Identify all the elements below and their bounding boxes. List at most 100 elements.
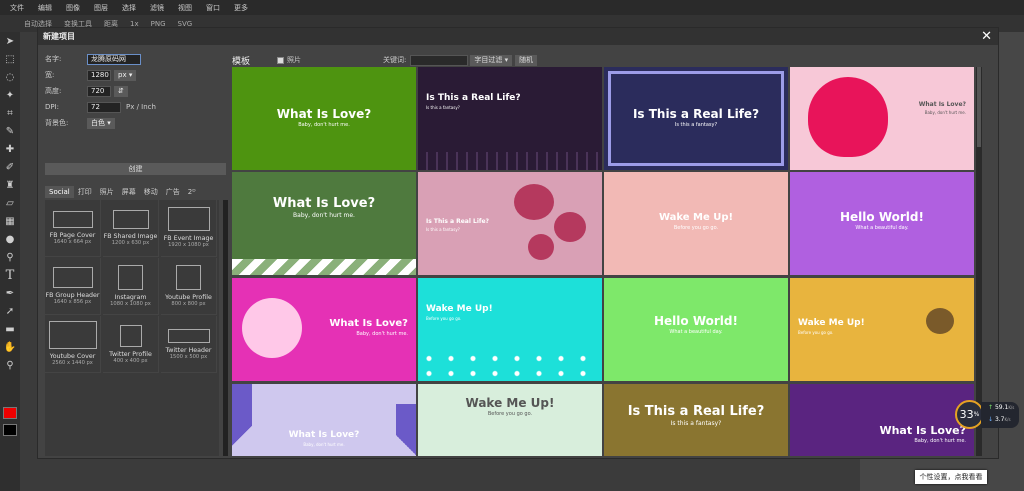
menu-select[interactable]: 选择	[122, 3, 136, 13]
template-card[interactable]: What Is Love? Baby, don't hurt me.	[232, 384, 416, 456]
tab-screen[interactable]: 屏幕	[118, 186, 140, 198]
keyword-input[interactable]	[410, 54, 469, 66]
unit-select[interactable]: px ▾	[114, 69, 137, 81]
template-card[interactable]: Is This a Real Life? Is this a fantasy?	[418, 67, 602, 170]
close-icon[interactable]: ✕	[981, 29, 992, 44]
template-subtitle: What a beautiful day.	[669, 329, 723, 335]
preset-item[interactable]: Twitter Profile 400 x 400 px	[103, 316, 159, 373]
crop-tool-icon[interactable]: ⌗	[0, 104, 20, 122]
move-tool-icon[interactable]: ➤	[0, 32, 20, 50]
template-card[interactable]: Is This a Real Life? Is this a fantasy?	[418, 172, 602, 275]
stamp-tool-icon[interactable]: ♜	[0, 176, 20, 194]
template-card[interactable]: Hello World! What a beautiful day.	[604, 278, 788, 381]
blur-tool-icon[interactable]: ●	[0, 230, 20, 248]
text-tool-icon[interactable]: T	[0, 266, 20, 284]
net-speed-box: ↑ 59.1K/s ↓ 3.7K/s	[981, 402, 1019, 428]
filter-button[interactable]: 字目过滤 ▾	[470, 54, 513, 66]
height-input[interactable]: 720	[87, 85, 111, 97]
tab-mobile[interactable]: 移动	[140, 186, 162, 198]
gradient-tool-icon[interactable]: ▦	[0, 212, 20, 230]
preset-tabs: Social 打印 照片 屏幕 移动 广告 2ᴰ	[45, 186, 226, 198]
hand-tool-icon[interactable]: ✋	[0, 338, 20, 356]
template-card[interactable]: Wake Me Up! Before you go go.	[790, 278, 974, 381]
lasso-tool-icon[interactable]: ◌	[0, 68, 20, 86]
preset-item[interactable]: FB Event Image 1920 x 1080 px	[161, 200, 217, 257]
menu-image[interactable]: 图像	[66, 3, 80, 13]
pen-tool-icon[interactable]: ✒	[0, 284, 20, 302]
settings-tooltip[interactable]: 个性设置，点我看看	[915, 470, 987, 484]
preset-item[interactable]: Youtube Cover 2560 x 1440 px	[45, 316, 101, 373]
template-title: What Is Love?	[879, 424, 966, 437]
settings-panel: 名字: 龙腾原码网 宽: 1280 px ▾ 高度: 720 ⇵ DPI: 72…	[45, 53, 228, 456]
link-ratio-icon[interactable]: ⇵	[114, 85, 128, 97]
template-title: Is This a Real Life?	[632, 107, 760, 121]
template-card[interactable]: What Is Love? Baby, don't hurt me.	[232, 67, 416, 170]
template-card[interactable]: Is This a Real Life? Is this a fantasy?	[604, 67, 788, 170]
template-card[interactable]: Is This a Real Life? Is this a fantasy?	[604, 384, 788, 456]
menu-window[interactable]: 窗口	[206, 3, 220, 13]
tab-photo[interactable]: 照片	[96, 186, 118, 198]
shape-tool-icon[interactable]: ▬	[0, 320, 20, 338]
templates-scrollbar-thumb[interactable]	[977, 67, 981, 147]
preset-item[interactable]: FB Shared Image 1200 x 630 px	[103, 200, 159, 257]
download-speed: 3.7	[994, 416, 1005, 423]
menu-view[interactable]: 视图	[178, 3, 192, 13]
marquee-tool-icon[interactable]: ⬚	[0, 50, 20, 68]
photos-checkbox[interactable]	[277, 56, 284, 64]
dodge-tool-icon[interactable]: ⚲	[0, 248, 20, 266]
template-card[interactable]: What Is Love? Baby, don't hurt me.	[232, 172, 416, 275]
menu-layer[interactable]: 图层	[94, 3, 108, 13]
random-button[interactable]: 随机	[515, 54, 538, 66]
dpi-input[interactable]: 72	[87, 101, 121, 113]
preset-list: FB Page Cover 1640 x 664 px FB Shared Im…	[45, 200, 219, 456]
preset-item[interactable]: FB Group Header 1640 x 856 px	[45, 258, 101, 315]
foreground-color-swatch[interactable]	[3, 407, 17, 419]
templates-panel: 模板 照片 关键词: 字目过滤 ▾ 随机 What Is Love? Baby, …	[232, 53, 998, 458]
width-input[interactable]: 1280	[87, 69, 111, 81]
preset-thumb	[52, 211, 93, 228]
bg-label: 背景色:	[45, 119, 69, 127]
preset-thumb	[118, 265, 143, 290]
preset-item[interactable]: Instagram 1080 x 1080 px	[103, 258, 159, 315]
background-color-swatch[interactable]	[3, 424, 17, 436]
template-card[interactable]: Wake Me Up! Before you go go.	[418, 278, 602, 381]
heal-tool-icon[interactable]: ✚	[0, 140, 20, 158]
chevron-down-icon: ▾	[504, 55, 509, 64]
tab-print[interactable]: 打印	[74, 186, 96, 198]
eraser-tool-icon[interactable]: ▱	[0, 194, 20, 212]
path-select-icon[interactable]: ➚	[0, 302, 20, 320]
preset-name: Twitter Profile	[109, 351, 152, 358]
preset-item[interactable]: FB Page Cover 1640 x 664 px	[45, 200, 101, 257]
template-card[interactable]: Wake Me Up! Before you go go.	[418, 384, 602, 456]
template-card[interactable]: Hello World! What a beautiful day.	[790, 172, 974, 275]
network-monitor[interactable]: 33% ↑ 59.1K/s ↓ 3.7K/s	[955, 400, 1019, 430]
template-card[interactable]: What Is Love? Baby, don't hurt me.	[790, 384, 974, 456]
template-card[interactable]: Wake Me Up! Before you go go.	[604, 172, 788, 275]
preset-scrollbar[interactable]	[223, 200, 228, 456]
preset-name: FB Shared Image	[103, 233, 158, 240]
bg-select[interactable]: 白色 ▾	[87, 117, 115, 129]
width-label: 宽:	[45, 71, 55, 79]
tab-social[interactable]: Social	[45, 186, 74, 198]
name-input[interactable]: 龙腾原码网	[87, 53, 141, 65]
template-subtitle: Baby, don't hurt me.	[303, 442, 345, 447]
menu-filter[interactable]: 滤镜	[150, 3, 164, 13]
tab-ads[interactable]: 广告	[162, 186, 184, 198]
preset-item[interactable]: Youtube Profile 800 x 800 px	[161, 258, 217, 315]
tab-2d[interactable]: 2ᴰ	[184, 186, 200, 198]
menu-more[interactable]: 更多	[234, 3, 248, 13]
brush-tool-icon[interactable]: ✐	[0, 158, 20, 176]
menu-edit[interactable]: 编辑	[38, 3, 52, 13]
dpi-label: DPI:	[45, 103, 60, 111]
name-label: 名字:	[45, 55, 62, 63]
zoom-tool-icon[interactable]: ⚲	[0, 356, 20, 374]
template-card[interactable]: What Is Love? Baby, don't hurt me.	[790, 67, 974, 170]
eyedropper-icon[interactable]: ✎	[0, 122, 20, 140]
create-button[interactable]: 创建	[45, 163, 226, 175]
preset-item[interactable]: Twitter Header 1500 x 500 px	[161, 316, 217, 373]
preset-thumb	[112, 210, 149, 229]
magic-wand-icon[interactable]: ✦	[0, 86, 20, 104]
template-card[interactable]: What Is Love? Baby, don't hurt me.	[232, 278, 416, 381]
menu-file[interactable]: 文件	[10, 3, 24, 13]
template-subtitle: Baby, don't hurt me.	[298, 122, 350, 128]
